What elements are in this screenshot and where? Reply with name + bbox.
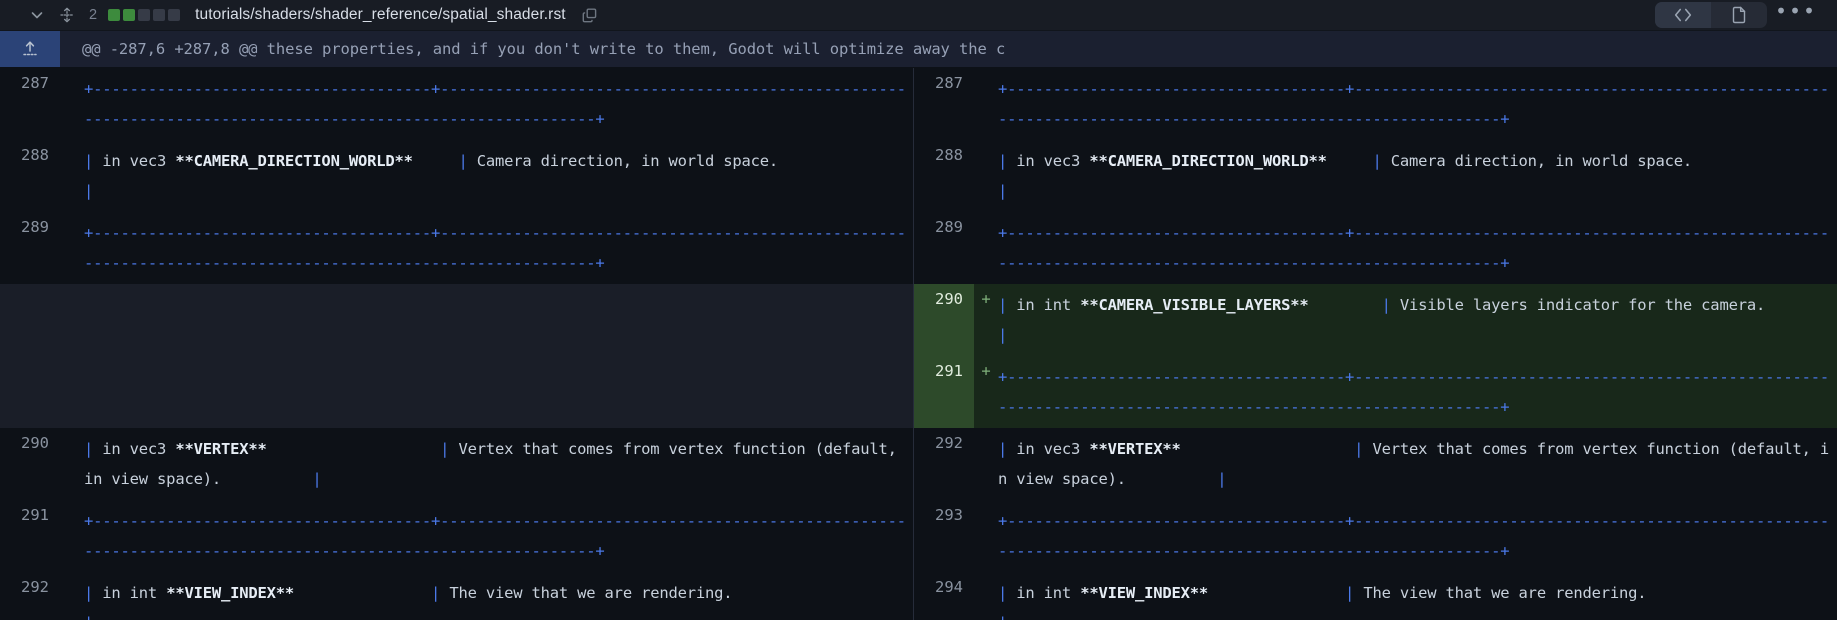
diff-pane-right: 288 | in vec3 **CAMERA_DIRECTION_WORLD** … (914, 140, 1837, 212)
line-number[interactable]: 292 (914, 428, 974, 500)
code-text: | in vec3 **CAMERA_DIRECTION_WORLD** | C… (998, 152, 1693, 200)
view-code-button[interactable] (1655, 2, 1711, 28)
change-marker (60, 500, 84, 572)
diff-body: 287 +------------------------------------… (0, 68, 1837, 620)
diff-row: 288 | in vec3 **CAMERA_DIRECTION_WORLD** … (0, 140, 1837, 212)
change-marker: + (981, 362, 991, 380)
diff-pane-right: 292 | in vec3 **VERTEX** | Vertex that co… (914, 428, 1837, 500)
diff-row: 290 | in vec3 **VERTEX** | Vertex that co… (0, 428, 1837, 500)
diff-pane-right: 293 +------------------------------------… (914, 500, 1837, 572)
code-text: | in int **CAMERA_VISIBLE_LAYERS** | Vis… (998, 296, 1766, 344)
code-text: +-------------------------------------+-… (84, 80, 906, 128)
line-number[interactable]: 287 (0, 68, 60, 140)
change-marker (60, 428, 84, 500)
diffstat-block-neutral (138, 9, 151, 21)
line-number (0, 284, 60, 356)
more-options-icon[interactable]: ••• (1773, 1, 1819, 28)
line-number[interactable]: 293 (914, 500, 974, 572)
line-number[interactable]: 288 (0, 140, 60, 212)
code-text: +-------------------------------------+-… (84, 224, 906, 272)
diff-row: 290 + | in int **CAMERA_VISIBLE_LAYERS** |… (0, 284, 1837, 356)
diff-pane-left: 287 +------------------------------------… (0, 68, 914, 140)
change-marker: + (981, 290, 991, 308)
diff-pane-left: 288 | in vec3 **CAMERA_DIRECTION_WORLD** … (0, 140, 914, 212)
code-text: +-------------------------------------+-… (998, 368, 1829, 416)
hunk-header-row: @@ -287,6 +287,8 @@ these properties, an… (0, 31, 1837, 68)
line-number (0, 356, 60, 428)
diff-row: 292 | in int **VIEW_INDEX** | The view th… (0, 572, 1837, 620)
change-marker (974, 428, 998, 500)
code-text: +-------------------------------------+-… (998, 224, 1829, 272)
file-header-actions: ••• (1655, 1, 1819, 28)
diff-pane-left: 292 | in int **VIEW_INDEX** | The view th… (0, 572, 914, 620)
diff-pane-right: 290 + | in int **CAMERA_VISIBLE_LAYERS** |… (914, 284, 1837, 356)
file-path[interactable]: tutorials/shaders/shader_reference/spati… (195, 6, 566, 24)
line-number[interactable]: 294 (914, 572, 974, 620)
diffstat-block-add (108, 9, 121, 21)
chevron-down-icon[interactable] (24, 2, 50, 28)
view-file-button[interactable] (1711, 2, 1767, 28)
file-header-left: 2 tutorials/shaders/shader_reference/spa… (24, 2, 1655, 28)
diff-pane-left (0, 356, 914, 428)
diff-pane-left: 291 +------------------------------------… (0, 500, 914, 572)
diffstat-block-neutral (168, 9, 181, 21)
change-marker (974, 572, 998, 620)
diff-pane-left: 289 +------------------------------------… (0, 212, 914, 284)
change-marker (60, 68, 84, 140)
change-count: 2 (89, 7, 98, 23)
change-marker (60, 356, 84, 428)
diff-pane-left: 290 | in vec3 **VERTEX** | Vertex that co… (0, 428, 914, 500)
hunk-header-text: @@ -287,6 +287,8 @@ these properties, an… (82, 40, 1006, 58)
line-number[interactable]: 292 (0, 572, 60, 620)
line-number[interactable]: 291 (914, 356, 974, 428)
file-header: 2 tutorials/shaders/shader_reference/spa… (0, 0, 1837, 31)
change-marker (60, 572, 84, 620)
diff-pane-right: 287 +------------------------------------… (914, 68, 1837, 140)
copy-icon[interactable] (575, 2, 605, 28)
diff-pane-right: 294 | in int **VIEW_INDEX** | The view th… (914, 572, 1837, 620)
diff-pane-left (0, 284, 914, 356)
line-number[interactable]: 291 (0, 500, 60, 572)
line-number[interactable]: 290 (0, 428, 60, 500)
line-number[interactable]: 289 (0, 212, 60, 284)
diffstat-block-neutral (153, 9, 166, 21)
code-text: +-------------------------------------+-… (998, 80, 1829, 128)
line-number[interactable]: 289 (914, 212, 974, 284)
change-marker (60, 140, 84, 212)
code-text: | in vec3 **VERTEX** | Vertex that comes… (998, 440, 1830, 488)
change-marker (974, 68, 998, 140)
code-text: +-------------------------------------+-… (998, 512, 1829, 560)
change-marker (974, 212, 998, 284)
diff-row: 287 +------------------------------------… (0, 68, 1837, 140)
diff-row: 289 +------------------------------------… (0, 212, 1837, 284)
change-marker (974, 500, 998, 572)
expand-up-button[interactable] (0, 31, 60, 67)
line-number[interactable]: 287 (914, 68, 974, 140)
line-number[interactable]: 288 (914, 140, 974, 212)
move-handle-icon[interactable] (54, 2, 80, 28)
code-text: | in vec3 **VERTEX** | Vertex that comes… (84, 440, 906, 488)
code-text: | in int **VIEW_INDEX** | The view that … (998, 584, 1647, 620)
view-mode-toggle (1655, 2, 1767, 28)
diff-row: 291 +------------------------------------… (0, 500, 1837, 572)
change-marker (60, 284, 84, 356)
line-number[interactable]: 290 (914, 284, 974, 356)
code-text: | in int **VIEW_INDEX** | The view that … (84, 584, 733, 620)
code-text: +-------------------------------------+-… (84, 512, 906, 560)
change-marker (974, 140, 998, 212)
change-marker (60, 212, 84, 284)
diff-pane-right: 291 + +-----------------------------------… (914, 356, 1837, 428)
diffstat-block-add (123, 9, 136, 21)
diff-row: 291 + +-----------------------------------… (0, 356, 1837, 428)
code-text: | in vec3 **CAMERA_DIRECTION_WORLD** | C… (84, 152, 779, 200)
diffstat-blocks (108, 9, 181, 21)
diff-pane-right: 289 +------------------------------------… (914, 212, 1837, 284)
